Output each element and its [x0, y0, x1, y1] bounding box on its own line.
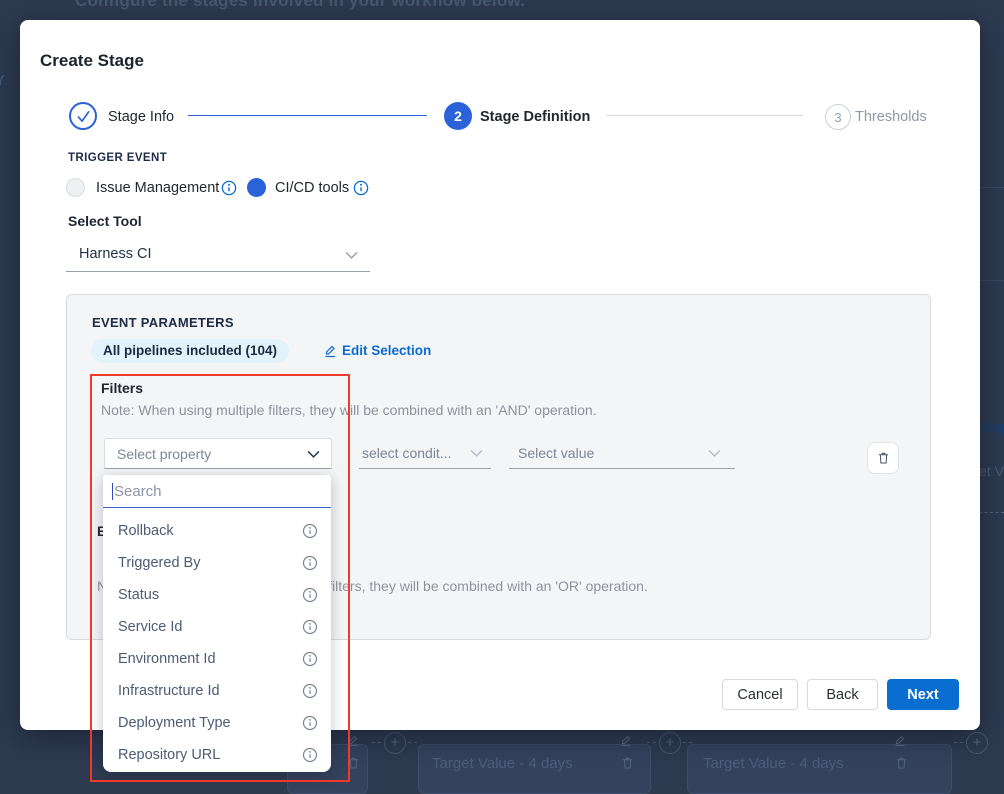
target-value-label: Target Value - 4 days: [703, 755, 844, 772]
dimmed-right-fragment: Appr: [981, 419, 1004, 436]
value-select[interactable]: Select value: [509, 438, 735, 469]
property-option-list: Rollback Triggered By Status: [103, 508, 331, 771]
filters-title: Filters: [101, 380, 143, 396]
edit-icon[interactable]: [323, 343, 337, 358]
connector-dash: [372, 742, 381, 743]
info-icon[interactable]: [302, 747, 318, 763]
modal-title: Create Stage: [40, 51, 144, 71]
option-deployment-type[interactable]: Deployment Type: [103, 707, 331, 739]
step-2-label[interactable]: Stage Definition: [480, 109, 590, 125]
edit-icon: [346, 733, 360, 747]
option-infrastructure-id[interactable]: Infrastructure Id: [103, 675, 331, 707]
option-triggered-by[interactable]: Triggered By: [103, 547, 331, 579]
trash-icon: [894, 755, 909, 771]
option-label: Triggered By: [118, 555, 200, 571]
option-label: Service Id: [118, 619, 182, 635]
step-connector: [606, 115, 803, 116]
trigger-event-label: TRIGGER EVENT: [68, 152, 167, 164]
step-1-circle[interactable]: [69, 102, 97, 130]
option-label: Environment Id: [118, 651, 216, 667]
divider: [980, 187, 1004, 188]
option-repository-url[interactable]: Repository URL: [103, 739, 331, 771]
edit-icon: [893, 733, 907, 747]
chevron-down-icon: [708, 449, 721, 458]
step-3-circle[interactable]: 3: [825, 104, 851, 130]
option-label: Status: [118, 587, 159, 603]
info-icon[interactable]: [302, 555, 318, 571]
text-caret: [112, 483, 113, 500]
dimmed-left-fragment: Y: [0, 72, 5, 89]
trash-icon: [876, 450, 891, 466]
step-2-circle[interactable]: 2: [444, 102, 472, 130]
option-status[interactable]: Status: [103, 579, 331, 611]
property-dropdown: Search Rollback Triggered By Status: [103, 475, 331, 772]
cancel-button[interactable]: Cancel: [722, 679, 798, 710]
option-rollback[interactable]: Rollback: [103, 515, 331, 547]
page-background: Configure the stages involved in your wo…: [0, 0, 1004, 794]
select-tool-label: Select Tool: [68, 213, 142, 229]
edit-icon: [619, 733, 633, 747]
option-label: Deployment Type: [118, 715, 231, 731]
divider: [980, 280, 1004, 281]
connector-dash: [647, 742, 656, 743]
value-select-placeholder: Select value: [518, 445, 594, 461]
chevron-down-icon: [470, 449, 483, 458]
info-icon[interactable]: [302, 651, 318, 667]
info-icon[interactable]: [302, 587, 318, 603]
trash-icon: [620, 755, 635, 771]
trash-icon: [346, 755, 361, 771]
divider: [979, 512, 1004, 513]
pipelines-badge: All pipelines included (104): [91, 339, 289, 363]
option-label: Infrastructure Id: [118, 683, 220, 699]
option-label: Rollback: [118, 523, 174, 539]
property-select[interactable]: Select property: [104, 438, 332, 469]
info-icon[interactable]: [302, 619, 318, 635]
tool-select-underline: [66, 271, 370, 272]
next-button[interactable]: Next: [887, 679, 959, 710]
condition-select-placeholder: select condit...: [362, 445, 452, 461]
connector-dash: [954, 742, 963, 743]
step-1-label[interactable]: Stage Info: [108, 109, 174, 125]
connector-dash: [408, 742, 417, 743]
search-placeholder: Search: [114, 483, 162, 500]
event-parameters-title: EVENT PARAMETERS: [92, 315, 234, 330]
radio-issue-management-label[interactable]: Issue Management: [96, 180, 219, 196]
tool-select-value[interactable]: Harness CI: [79, 246, 152, 262]
dimmed-page-heading: Configure the stages involved in your wo…: [75, 0, 525, 11]
radio-cicd-tools[interactable]: [247, 178, 266, 197]
delete-filter-button[interactable]: [867, 442, 899, 474]
search-input[interactable]: Search: [103, 475, 331, 508]
chevron-down-icon[interactable]: [345, 251, 358, 260]
option-service-id[interactable]: Service Id: [103, 611, 331, 643]
info-icon[interactable]: [221, 180, 237, 196]
info-icon[interactable]: [302, 683, 318, 699]
condition-select[interactable]: select condit...: [359, 438, 491, 469]
property-select-placeholder: Select property: [117, 446, 211, 462]
connector-dash: [683, 742, 692, 743]
add-stage-button: +: [659, 732, 681, 754]
info-icon[interactable]: [353, 180, 369, 196]
radio-issue-management[interactable]: [66, 178, 85, 197]
option-environment-id[interactable]: Environment Id: [103, 643, 331, 675]
target-value-label: Target Value - 4 days: [432, 755, 573, 772]
filters-note: Note: When using multiple filters, they …: [101, 402, 597, 418]
check-icon: [76, 110, 91, 123]
step-connector: [188, 115, 427, 116]
back-button[interactable]: Back: [807, 679, 878, 710]
dimmed-right-fragment: et V: [979, 463, 1004, 479]
step-3-label[interactable]: Thresholds: [855, 109, 927, 125]
chevron-down-icon: [307, 450, 320, 459]
info-icon[interactable]: [302, 523, 318, 539]
info-icon[interactable]: [302, 715, 318, 731]
radio-cicd-tools-label[interactable]: CI/CD tools: [275, 180, 349, 196]
add-stage-button: +: [384, 732, 406, 754]
option-label: Repository URL: [118, 747, 220, 763]
add-stage-button: +: [966, 732, 988, 754]
edit-selection-link[interactable]: Edit Selection: [342, 343, 431, 358]
